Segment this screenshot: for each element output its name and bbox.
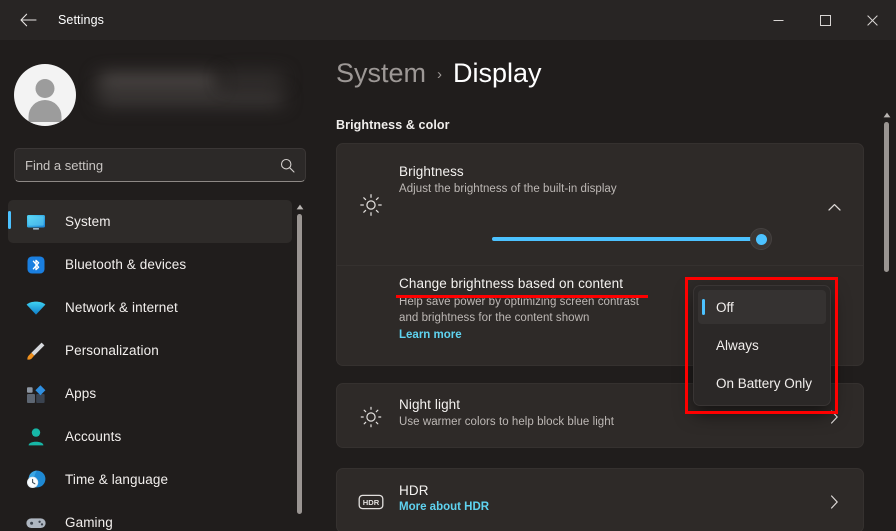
chevron-up-icon <box>828 203 841 212</box>
monitor-icon <box>24 210 48 234</box>
sidebar-item-label: Apps <box>65 386 96 401</box>
avatar <box>14 64 76 126</box>
sidebar-item-gaming[interactable]: Gaming <box>8 501 292 531</box>
redaction-bar <box>98 93 284 104</box>
paintbrush-icon <box>24 339 48 363</box>
dropdown-option-label: On Battery Only <box>716 376 812 391</box>
close-button[interactable] <box>849 0 896 40</box>
sidebar-item-label: Accounts <box>65 429 121 444</box>
sidebar-item-time-language[interactable]: Time & language <box>8 458 292 501</box>
sidebar-item-system[interactable]: System <box>8 200 292 243</box>
sidebar-scrollbar-thumb[interactable] <box>297 214 302 514</box>
sidebar-item-bluetooth-devices[interactable]: Bluetooth & devices <box>8 243 292 286</box>
back-arrow-icon <box>20 13 37 27</box>
brightness-title: Brightness <box>399 164 617 179</box>
sidebar-item-apps[interactable]: Apps <box>8 372 292 415</box>
dropdown-option-off[interactable]: Off <box>698 290 826 324</box>
sidebar: System Bluetooth & devices <box>0 40 320 531</box>
brightness-slider-thumb[interactable] <box>750 228 772 250</box>
window-title: Settings <box>58 13 104 27</box>
user-profile[interactable] <box>14 64 297 126</box>
brightness-expand-toggle[interactable] <box>821 194 847 220</box>
sidebar-item-personalization[interactable]: Personalization <box>8 329 292 372</box>
night-light-open-button[interactable] <box>821 404 847 430</box>
brightness-card[interactable]: Brightness Adjust the brightness of the … <box>336 143 864 266</box>
maximize-button[interactable] <box>802 0 849 40</box>
content-adaptive-title: Change brightness based on content <box>399 276 639 291</box>
hdr-badge-icon: HDR <box>355 486 387 518</box>
brightness-slider-track <box>492 237 762 241</box>
page-title: Display <box>453 58 542 89</box>
sidebar-item-label: Network & internet <box>65 300 178 315</box>
sidebar-item-label: Bluetooth & devices <box>65 257 186 272</box>
breadcrumb: System › Display <box>336 58 542 89</box>
sidebar-nav: System Bluetooth & devices <box>8 200 308 531</box>
more-about-hdr-link[interactable]: More about HDR <box>399 501 489 513</box>
redaction-bar <box>222 74 284 84</box>
account-name-redacted <box>92 69 297 121</box>
chevron-right-icon <box>830 410 839 424</box>
dropdown-option-always[interactable]: Always <box>698 328 826 362</box>
back-button[interactable] <box>8 4 48 36</box>
sidebar-scrollbar[interactable] <box>294 202 306 529</box>
scroll-up-arrow-icon[interactable] <box>882 110 892 120</box>
minimize-button[interactable] <box>755 0 802 40</box>
breadcrumb-parent[interactable]: System <box>336 58 426 89</box>
scroll-up-arrow-icon[interactable] <box>295 202 305 212</box>
section-heading: Brightness & color <box>336 118 450 132</box>
sidebar-item-label: Gaming <box>65 515 113 530</box>
search-icon <box>280 158 295 173</box>
settings-window: Settings <box>0 0 896 531</box>
close-icon <box>867 15 878 26</box>
sidebar-item-accounts[interactable]: Accounts <box>8 415 292 458</box>
window-controls <box>755 0 896 40</box>
dropdown-option-on-battery-only[interactable]: On Battery Only <box>698 366 826 400</box>
clock-globe-icon <box>24 468 48 492</box>
avatar-head <box>36 79 55 98</box>
sidebar-item-label: Personalization <box>65 343 159 358</box>
search-input[interactable] <box>25 158 280 173</box>
dropdown-options-flyout[interactable]: Off Always On Battery Only <box>693 285 831 406</box>
maximize-icon <box>820 15 831 26</box>
sidebar-item-network-internet[interactable]: Network & internet <box>8 286 292 329</box>
content-adaptive-subtitle-line2: and brightness for the content shown <box>399 310 639 326</box>
dropdown-option-label: Off <box>716 300 734 315</box>
apps-grid-icon <box>24 382 48 406</box>
search-box[interactable] <box>14 148 306 182</box>
gamepad-icon <box>24 511 48 531</box>
minimize-icon <box>773 15 784 26</box>
title-bar: Settings <box>0 0 896 40</box>
redaction-bar <box>98 75 218 88</box>
breadcrumb-separator-icon: › <box>437 66 442 83</box>
wifi-icon <box>24 296 48 320</box>
night-light-icon <box>355 401 387 433</box>
hdr-card[interactable]: HDR HDR More about HDR <box>336 468 864 531</box>
brightness-slider[interactable] <box>492 228 775 250</box>
avatar-body <box>29 100 62 122</box>
night-light-title: Night light <box>399 397 614 412</box>
sidebar-item-label: System <box>65 214 111 229</box>
hdr-title: HDR <box>399 483 489 498</box>
content-adaptive-subtitle-line1: Help save power by optimizing screen con… <box>399 294 639 310</box>
learn-more-link[interactable]: Learn more <box>399 329 639 341</box>
night-light-subtitle: Use warmer colors to help block blue lig… <box>399 414 614 430</box>
chevron-right-icon <box>830 495 839 509</box>
hdr-open-button[interactable] <box>821 489 847 515</box>
sidebar-item-label: Time & language <box>65 472 168 487</box>
svg-text:HDR: HDR <box>363 498 380 507</box>
main-scrollbar[interactable] <box>881 110 893 530</box>
main-scrollbar-thumb[interactable] <box>884 122 889 272</box>
brightness-subtitle: Adjust the brightness of the built-in di… <box>399 181 617 197</box>
bluetooth-icon <box>24 253 48 277</box>
person-icon <box>24 425 48 449</box>
brightness-sun-icon <box>355 189 387 221</box>
dropdown-option-label: Always <box>716 338 759 353</box>
